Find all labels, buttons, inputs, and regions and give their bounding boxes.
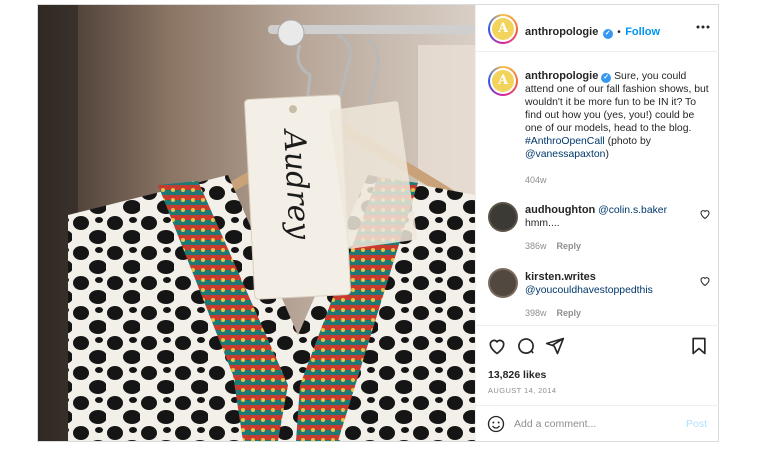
comment-text: hmm.... — [525, 218, 560, 229]
verified-badge-icon: ✓ — [601, 73, 612, 83]
likes-count[interactable]: 13,826 likes — [488, 369, 546, 381]
comment-mention[interactable]: @colin.s.baker — [598, 205, 667, 216]
post-date: AUGUST 14, 2014 — [488, 386, 557, 395]
add-comment-bar: Post — [476, 405, 719, 441]
comment-item: audhoughton @colin.s.baker hmm.... — [525, 204, 685, 230]
comment-meta: 386w Reply — [525, 241, 749, 251]
comment-mention[interactable]: @youcouldhavestoppedthis — [525, 285, 653, 296]
reply-button[interactable]: Reply — [557, 308, 582, 318]
save-bookmark-icon[interactable] — [689, 336, 709, 356]
caption-credit-handle[interactable]: @vanessapaxton — [525, 149, 605, 160]
post-comment-button[interactable]: Post — [686, 418, 707, 430]
comment-meta: 398w Reply — [525, 308, 749, 318]
emoji-smiley-icon[interactable] — [487, 415, 505, 433]
post-actions: 13,826 likes AUGUST 14, 2014 — [476, 325, 719, 405]
comment-bubble-icon[interactable] — [516, 336, 536, 356]
tag-name-text: Audrey — [276, 126, 317, 241]
comment-username[interactable]: audhoughton — [525, 204, 595, 216]
reply-button[interactable]: Reply — [557, 241, 582, 251]
clothing-rack-photo: Audrey — [38, 5, 475, 441]
follow-button[interactable]: Follow — [625, 26, 660, 38]
caption-credit-suffix: ) — [605, 149, 609, 160]
comment-item: kirsten.writes @youcouldhavestoppedthis — [525, 271, 685, 297]
post-header: A anthropologie ✓ • Follow — [476, 5, 719, 52]
like-comment-heart-icon[interactable] — [699, 275, 711, 287]
caption-age: 404w — [525, 175, 547, 185]
share-send-icon[interactable] — [545, 336, 565, 356]
post-side-panel: A anthropologie ✓ • Follow A anthropolog… — [475, 5, 719, 441]
post-photo[interactable]: Audrey — [38, 5, 475, 441]
header-separator: • — [617, 27, 621, 38]
like-heart-icon[interactable] — [487, 336, 507, 356]
instagram-post: Audrey A anthropologie ✓ • Follow A anth… — [37, 4, 719, 442]
caption-avatar[interactable]: A — [488, 66, 518, 96]
comment-age: 386w — [525, 241, 547, 251]
comment-username[interactable]: kirsten.writes — [525, 271, 596, 283]
comment-input[interactable] — [514, 415, 674, 433]
caption: anthropologie ✓ Sure, you could attend o… — [525, 70, 709, 161]
verified-badge-icon: ✓ — [602, 29, 613, 39]
caption-credit-prefix: (photo by — [607, 136, 651, 147]
like-comment-heart-icon[interactable] — [699, 208, 711, 220]
commenter-avatar[interactable] — [488, 202, 518, 232]
header-username[interactable]: anthropologie — [525, 26, 598, 38]
avatar[interactable]: A — [488, 14, 518, 44]
comment-age: 398w — [525, 308, 547, 318]
caption-hashtag[interactable]: #AnthroOpenCall — [525, 136, 605, 147]
comments-list[interactable]: A anthropologie ✓ Sure, you could attend… — [476, 53, 719, 325]
commenter-avatar[interactable] — [488, 268, 518, 298]
more-options-icon[interactable] — [695, 19, 711, 35]
caption-username[interactable]: anthropologie — [525, 70, 598, 82]
